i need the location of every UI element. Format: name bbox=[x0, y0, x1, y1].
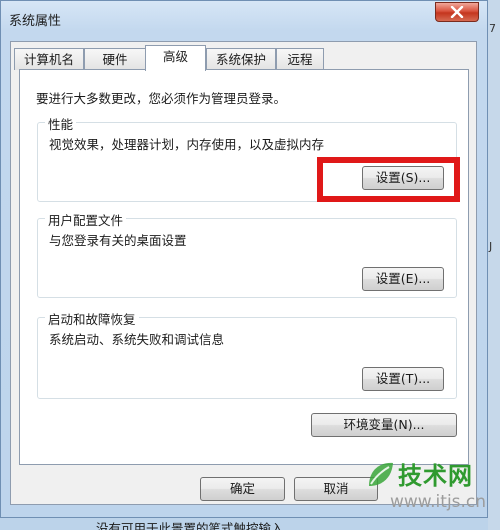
tab-hardware[interactable]: 硬件 bbox=[84, 48, 146, 70]
group-description: 与您登录有关的桌面设置 bbox=[49, 233, 187, 248]
group-title: 用户配置文件 bbox=[45, 210, 127, 229]
ok-button[interactable]: 确定 bbox=[200, 477, 285, 501]
window-title: 系统属性 bbox=[9, 14, 62, 29]
background-text: 7 bbox=[489, 22, 496, 35]
tab-remote[interactable]: 远程 bbox=[276, 48, 324, 70]
group-description: 视觉效果，处理器计划，内存使用，以及虚拟内存 bbox=[49, 137, 325, 152]
user-profiles-settings-button[interactable]: 设置(E)... bbox=[362, 267, 444, 291]
group-description: 系统启动、系统失败和调试信息 bbox=[49, 332, 225, 347]
group-title: 性能 bbox=[45, 114, 77, 133]
environment-variables-button[interactable]: 环境变量(N)... bbox=[311, 413, 457, 437]
watermark-text: 技术网 bbox=[398, 462, 473, 490]
background-text: J bbox=[489, 240, 493, 253]
background-text: 没有可用于此景置的笔式触控输入 bbox=[96, 521, 284, 530]
highlight-box bbox=[317, 157, 460, 202]
user-profiles-group: 用户配置文件 与您登录有关的桌面设置 设置(E)... bbox=[37, 210, 457, 298]
watermark-url: www.itjs.cn bbox=[390, 492, 487, 512]
background-window-edge: 7 J bbox=[488, 0, 500, 530]
title-bar[interactable]: 系统属性 bbox=[1, 1, 487, 33]
close-button[interactable] bbox=[435, 2, 479, 22]
startup-recovery-settings-button[interactable]: 设置(T)... bbox=[362, 367, 444, 391]
close-icon bbox=[450, 6, 464, 18]
tab-system-protection[interactable]: 系统保护 bbox=[206, 48, 276, 70]
watermark: 技术网 www.itjs.cn bbox=[366, 456, 498, 518]
startup-recovery-group: 启动和故障恢复 系统启动、系统失败和调试信息 设置(T)... bbox=[37, 309, 457, 399]
group-title: 启动和故障恢复 bbox=[45, 309, 139, 328]
tab-advanced[interactable]: 高级 bbox=[145, 45, 206, 71]
leaf-logo-icon bbox=[369, 462, 393, 486]
admin-notice: 要进行大多数更改，您必须作为管理员登录。 bbox=[36, 91, 287, 106]
tab-computer-name[interactable]: 计算机名 bbox=[14, 48, 84, 70]
